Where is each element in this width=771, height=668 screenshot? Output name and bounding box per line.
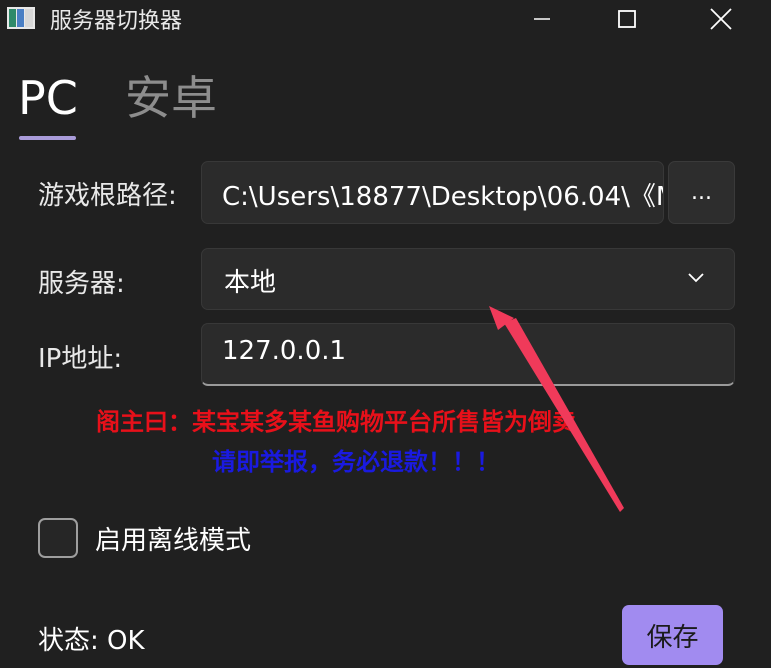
game-path-value: C:\Users\18877\Desktop\06.04\《M xyxy=(222,182,664,212)
close-button[interactable] xyxy=(691,0,751,38)
game-path-label: 游戏根路径: xyxy=(38,181,177,211)
minimize-icon xyxy=(534,18,550,20)
server-select[interactable]: 本地 xyxy=(201,248,735,310)
game-path-field[interactable]: C:\Users\18877\Desktop\06.04\《M xyxy=(201,161,664,224)
annotation-warning-line1: 阁主曰：某宝某多某鱼购物平台所售皆为倒卖 xyxy=(96,408,576,436)
maximize-icon xyxy=(618,10,636,28)
status-text: 状态: OK xyxy=(38,626,145,656)
annotation-warning-line2: 请即举报，务必退款！！！ xyxy=(212,448,500,476)
offline-mode-checkbox[interactable] xyxy=(38,518,78,558)
app-icon xyxy=(7,7,35,29)
minimize-button[interactable] xyxy=(512,0,572,38)
browse-button[interactable]: ... xyxy=(668,161,735,224)
window-title: 服务器切换器 xyxy=(50,9,183,34)
tab-android[interactable]: 安卓 xyxy=(125,68,217,128)
ip-input-box[interactable] xyxy=(201,323,735,386)
server-selected-value: 本地 xyxy=(224,268,277,298)
save-button[interactable]: 保存 xyxy=(622,605,723,665)
ip-input[interactable] xyxy=(222,336,702,366)
close-icon xyxy=(710,8,732,30)
tab-selected-indicator xyxy=(19,136,76,140)
chevron-down-icon xyxy=(688,273,704,283)
ip-label: IP地址: xyxy=(38,344,123,374)
server-label: 服务器: xyxy=(38,269,125,299)
title-bar: 服务器切换器 xyxy=(0,0,771,38)
offline-mode-label[interactable]: 启用离线模式 xyxy=(95,520,251,557)
tab-pc[interactable]: PC xyxy=(18,68,78,128)
maximize-button[interactable] xyxy=(597,0,657,38)
